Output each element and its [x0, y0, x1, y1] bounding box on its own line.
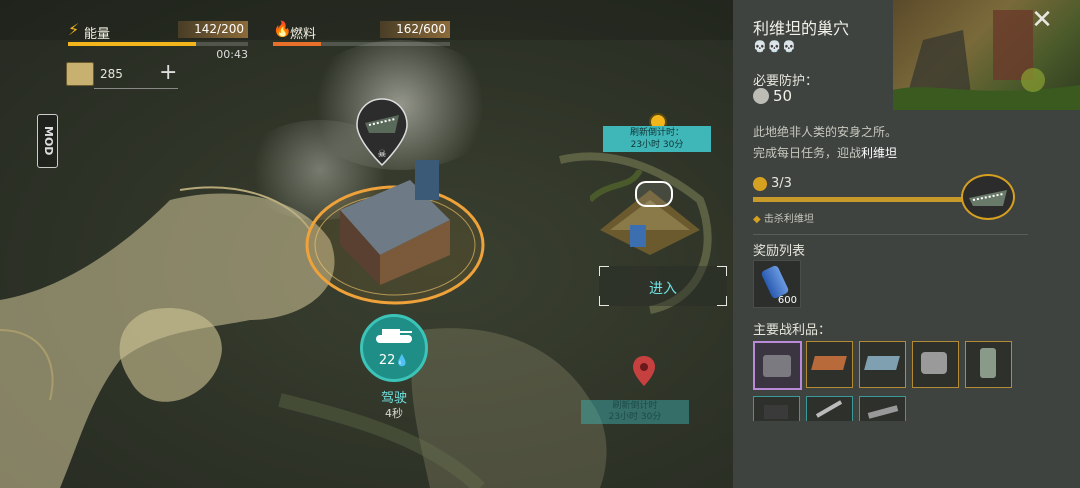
fuel-flame-icon: 🔥 — [273, 20, 292, 38]
resource-count: 285 — [100, 67, 123, 81]
energy-timer: 00:43 — [216, 48, 248, 61]
loot-item-fabric[interactable] — [753, 341, 802, 390]
refresh-time: 23小时 30分 — [630, 140, 684, 150]
boss-lair-building[interactable] — [300, 160, 500, 310]
loot-item-steel[interactable] — [859, 341, 906, 388]
mod-tab[interactable]: MOD — [37, 114, 58, 168]
enter-button[interactable]: 进入 — [599, 266, 727, 306]
energy-bar — [68, 42, 248, 46]
loot-item-medicine[interactable] — [965, 341, 1012, 388]
energy-label: 能量 — [84, 27, 111, 42]
vehicle-route-icon — [635, 181, 673, 207]
drive-label: 驾驶 — [380, 391, 407, 406]
tape-icon — [764, 405, 788, 419]
fabric-roll-icon — [763, 355, 791, 377]
reward-quantity: 600 — [777, 295, 797, 306]
difficulty-skulls-icon: 💀💀💀 — [753, 40, 798, 53]
copper-ingot-icon — [811, 356, 847, 370]
close-button[interactable]: ✕ — [1028, 6, 1056, 34]
drive-time: 4秒 — [385, 407, 403, 420]
resource-counter: 285 + — [64, 60, 184, 90]
loot-item-6[interactable] — [753, 396, 800, 421]
refresh-timer-badge-bottom: 刷新倒计时 23小时 30分 — [581, 400, 689, 424]
enter-label: 进入 — [649, 281, 677, 297]
boss-marker-pin[interactable]: ☠ — [355, 97, 409, 169]
boss-name: 利维坦 — [861, 146, 898, 160]
vehicle-fuel-cost: 22 — [378, 353, 396, 368]
tank-icon — [376, 329, 412, 343]
drive-button[interactable]: 22💧 — [360, 314, 428, 382]
description-line-2: 完成每日任务，迎战 — [753, 146, 862, 160]
add-resource-button[interactable]: + — [159, 60, 177, 85]
fuel-bar-fill — [273, 42, 321, 46]
refresh-timer-badge: 刷新倒计时： 23小时 30分 — [603, 126, 711, 152]
metal-pipe-icon — [867, 405, 899, 419]
resource-underline — [94, 88, 178, 89]
svg-text:☠: ☠ — [378, 149, 387, 160]
loot-title: 主要战利品： — [753, 323, 832, 338]
loot-item-8[interactable] — [859, 396, 906, 421]
medicine-bottle-icon — [980, 348, 996, 378]
energy-value: 142/200 — [178, 21, 248, 38]
lightning-icon: ⚡ — [68, 20, 80, 39]
task-bullet-icon: ◆ — [753, 214, 761, 225]
refresh-label: 刷新倒计时： — [629, 128, 684, 138]
location-detail-panel: 利维坦的巢穴 💀💀💀 ✕ 必要防护： 50 此地绝非人类的安身之所。 完成每日任… — [733, 0, 1080, 488]
task-progress: 3/3 — [771, 176, 792, 191]
energy-bar-fill — [68, 42, 196, 46]
panel-title: 利维坦的巢穴 — [753, 19, 850, 38]
task-token-icon — [753, 177, 767, 191]
refresh-time-bottom: 23小时 30分 — [608, 412, 662, 422]
radiation-shield-icon — [753, 88, 769, 104]
wrench-icon — [815, 400, 843, 418]
reward-item[interactable]: 600 — [753, 260, 801, 308]
red-marker-icon[interactable] — [632, 355, 656, 387]
loot-item-copper[interactable] — [806, 341, 853, 388]
reward-list-title: 奖励列表 — [753, 244, 806, 259]
task-objective: 击杀利维坦 — [763, 214, 814, 225]
task-progress-fill — [753, 197, 968, 202]
task-progress-bar — [753, 197, 968, 202]
steel-ingot-icon — [864, 356, 900, 370]
supply-crate-icon — [66, 62, 94, 86]
defense-value: 50 — [773, 87, 793, 105]
divider — [753, 234, 1028, 235]
fuel-bar — [273, 42, 450, 46]
refresh-label-bottom: 刷新倒计时 — [612, 401, 658, 411]
fuel-value: 162/600 — [380, 21, 450, 38]
fuel-label: 燃料 — [290, 27, 317, 42]
boss-portrait-icon — [961, 174, 1015, 220]
engine-part-icon — [921, 352, 947, 374]
loot-item-7[interactable] — [806, 396, 853, 421]
fuel-drop-icon: 💧 — [395, 354, 410, 367]
description-line-1: 此地绝非人类的安身之所。 — [753, 125, 898, 139]
loot-item-parts[interactable] — [912, 341, 959, 388]
croc-icon — [969, 190, 1007, 206]
